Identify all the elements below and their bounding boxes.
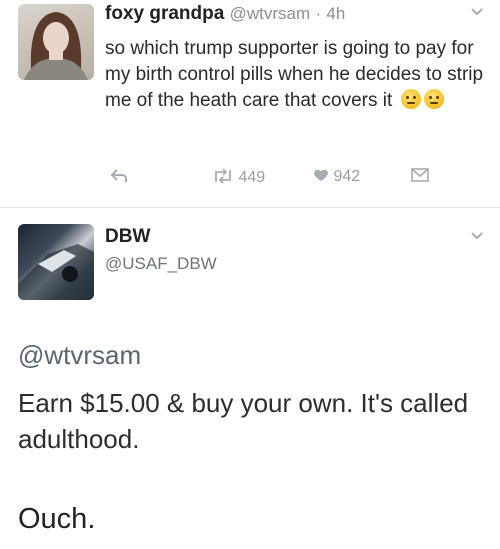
- avatar[interactable]: [18, 224, 94, 300]
- separator: ·: [315, 4, 322, 23]
- avatar[interactable]: [18, 4, 94, 80]
- thinking-face-icon: [400, 89, 421, 109]
- heart-icon: [313, 168, 333, 185]
- reply-icon[interactable]: [110, 168, 128, 189]
- tweet-text: Earn $15.00 & buy your own. It's called …: [18, 388, 469, 454]
- user-handle[interactable]: @wtvrsam: [230, 4, 311, 23]
- caption: Ouch.: [18, 503, 96, 535]
- chevron-down-icon[interactable]: [470, 4, 484, 23]
- reply-mention[interactable]: @wtvrsam: [18, 340, 141, 371]
- like-button[interactable]: 942: [313, 168, 360, 186]
- display-name[interactable]: foxy grandpa: [105, 3, 224, 24]
- retweet-count: 449: [238, 169, 266, 186]
- direct-message-icon[interactable]: [411, 168, 429, 187]
- like-count: 942: [333, 168, 361, 185]
- timestamp[interactable]: 4h: [326, 4, 345, 23]
- tweet-header: foxy grandpa @wtvrsam · 4h: [105, 3, 345, 25]
- display-name[interactable]: DBW: [105, 226, 150, 248]
- retweet-button[interactable]: 449: [212, 168, 265, 187]
- chevron-down-icon[interactable]: [470, 228, 484, 247]
- thinking-face-icon: [423, 89, 444, 109]
- user-handle[interactable]: @USAF_DBW: [105, 254, 217, 274]
- retweet-icon: [212, 168, 238, 186]
- divider: [0, 207, 500, 208]
- tweet-text: so which trump supporter is going to pay…: [105, 36, 490, 114]
